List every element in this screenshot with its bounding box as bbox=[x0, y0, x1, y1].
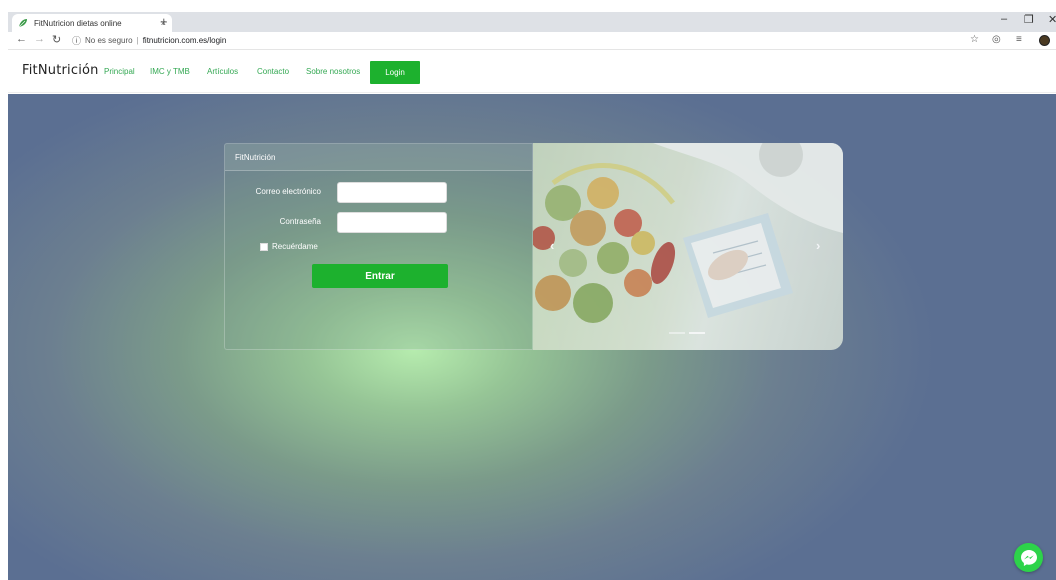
messenger-icon bbox=[1020, 549, 1037, 566]
site-navbar: FitNutrición Principal IMC y TMB Artícul… bbox=[8, 51, 1056, 93]
url-separator: | bbox=[136, 36, 139, 45]
leaf-icon bbox=[18, 18, 28, 28]
site-brand[interactable]: FitNutrición bbox=[22, 63, 99, 78]
url-text[interactable]: fitnutricion.com.es/login bbox=[143, 36, 227, 45]
forward-icon[interactable]: → bbox=[34, 33, 45, 45]
nav-link-sobre-nosotros[interactable]: Sobre nosotros bbox=[306, 67, 360, 76]
browser-tab[interactable]: FitNutricion dietas online × bbox=[12, 14, 172, 32]
carousel-indicator[interactable] bbox=[669, 332, 685, 334]
info-icon[interactable]: ⓘ bbox=[72, 34, 81, 47]
page-edge bbox=[0, 0, 8, 580]
extension-icon[interactable]: ◎ bbox=[992, 34, 1001, 45]
omnibox[interactable]: ⓘ No es seguro | fitnutricion.com.es/log… bbox=[72, 33, 962, 48]
nav-link-principal[interactable]: Principal bbox=[104, 67, 135, 76]
messenger-chat-button[interactable] bbox=[1014, 543, 1043, 572]
browser-tabbar: FitNutricion dietas online × + – ❐ ✕ bbox=[8, 12, 1056, 32]
nav-link-imc[interactable]: IMC y TMB bbox=[150, 67, 190, 76]
email-label: Correo electrónico bbox=[255, 187, 321, 196]
carousel-prev-icon[interactable]: ‹ bbox=[550, 238, 554, 253]
nav-link-contacto[interactable]: Contacto bbox=[257, 67, 289, 76]
login-card-header: FitNutrición bbox=[225, 144, 532, 171]
login-card: FitNutrición Correo electrónico Contrase… bbox=[224, 143, 533, 350]
minimize-icon[interactable]: – bbox=[1001, 13, 1007, 25]
back-icon[interactable]: ← bbox=[16, 33, 27, 45]
submit-button[interactable]: Entrar bbox=[312, 264, 448, 288]
password-input[interactable] bbox=[337, 212, 447, 233]
close-window-icon[interactable]: ✕ bbox=[1048, 13, 1056, 26]
carousel-image bbox=[533, 143, 843, 323]
remember-checkbox[interactable] bbox=[260, 243, 268, 251]
tab-title: FitNutricion dietas online bbox=[34, 18, 122, 28]
reload-icon[interactable]: ↻ bbox=[52, 33, 61, 46]
image-carousel: ‹ › bbox=[533, 143, 843, 350]
not-secure-label: No es seguro bbox=[85, 36, 133, 45]
bookmark-star-icon[interactable]: ☆ bbox=[970, 34, 979, 45]
carousel-indicator-active[interactable] bbox=[689, 332, 705, 334]
new-tab-button[interactable]: + bbox=[160, 14, 168, 30]
restore-icon[interactable]: ❐ bbox=[1024, 13, 1034, 26]
profile-avatar[interactable] bbox=[1039, 35, 1050, 46]
nav-link-articulos[interactable]: Artículos bbox=[207, 67, 238, 76]
email-input[interactable] bbox=[337, 182, 447, 203]
login-button[interactable]: Login bbox=[370, 61, 420, 84]
remember-label: Recuérdame bbox=[272, 242, 318, 251]
playlist-icon[interactable]: ≡ bbox=[1016, 34, 1022, 45]
address-bar: ← → ↻ ⓘ No es seguro | fitnutricion.com.… bbox=[8, 32, 1056, 50]
password-label: Contraseña bbox=[279, 217, 321, 226]
carousel-next-icon[interactable]: › bbox=[816, 238, 820, 253]
